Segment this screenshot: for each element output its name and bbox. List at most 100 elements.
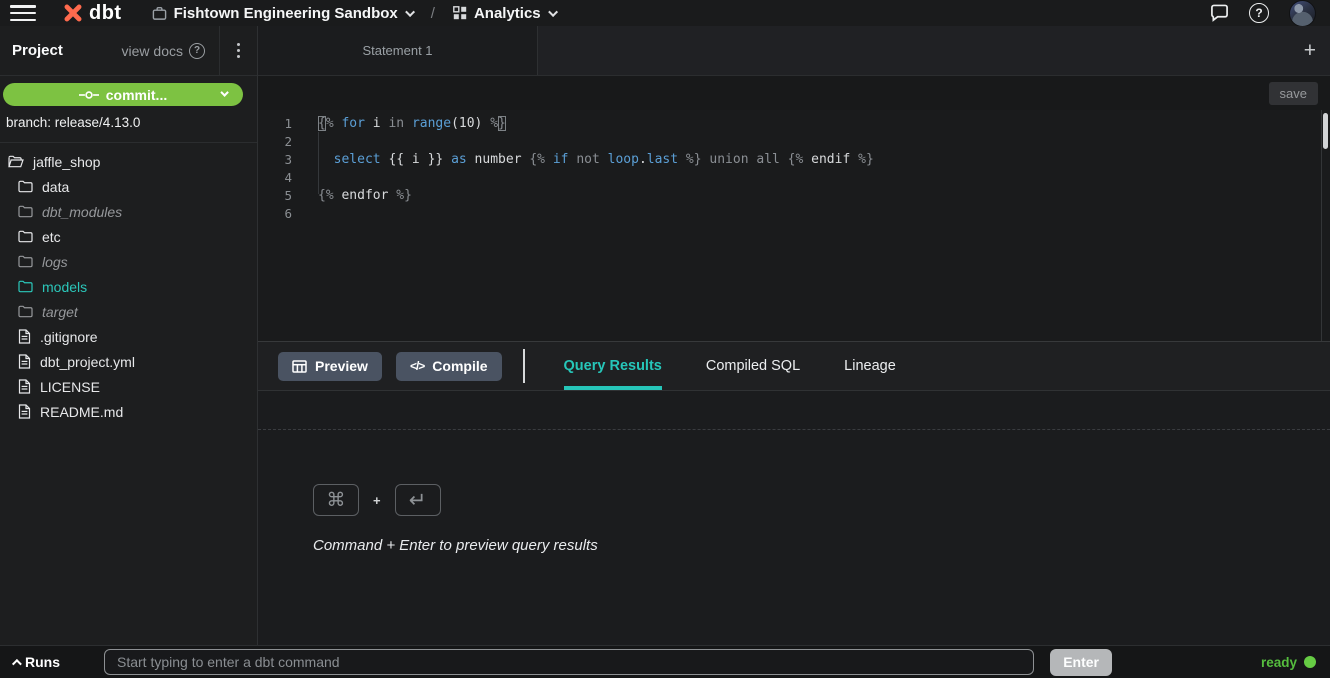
code-line-5: 5{% endfor %}	[258, 186, 1330, 204]
chevron-down-icon	[405, 7, 415, 17]
tree-item--gitignore[interactable]: .gitignore	[0, 324, 257, 349]
breadcrumb-separator: /	[431, 5, 435, 22]
results-tab-label: Compiled SQL	[706, 358, 800, 374]
runs-toggle[interactable]: Runs	[0, 654, 104, 670]
tab-statement-1[interactable]: Statement 1	[258, 26, 538, 75]
compile-button[interactable]: </> Compile	[396, 352, 502, 381]
chevron-down-icon	[220, 88, 228, 96]
status-label: ready	[1261, 655, 1297, 670]
tree-item-label: LICENSE	[40, 379, 100, 395]
toolbar-divider	[523, 349, 525, 383]
tab-label: Statement 1	[362, 43, 432, 58]
dbt-logo-icon	[62, 2, 84, 24]
tree-item-dbt-project-yml[interactable]: dbt_project.yml	[0, 349, 257, 374]
kebab-menu-icon[interactable]	[219, 26, 257, 75]
code-line-4: 4	[258, 168, 1330, 186]
docs-help-icon: ?	[189, 43, 205, 59]
folder-icon	[18, 205, 33, 218]
preview-button[interactable]: Preview	[278, 352, 382, 381]
hamburger-menu-icon[interactable]	[10, 4, 36, 22]
file-icon	[18, 379, 31, 394]
line-number: 2	[258, 134, 302, 149]
editor-tab-bar: Statement 1 +	[258, 26, 1330, 76]
file-icon	[18, 354, 31, 369]
dbt-command-input[interactable]	[104, 649, 1034, 675]
results-tab-query-results[interactable]: Query Results	[564, 342, 662, 390]
tree-item-etc[interactable]: etc	[0, 224, 257, 249]
sidebar-title: Project	[0, 42, 63, 59]
tree-item-license[interactable]: LICENSE	[0, 374, 257, 399]
help-icon[interactable]: ?	[1249, 3, 1269, 23]
tree-item-label: dbt_project.yml	[40, 354, 135, 370]
results-separator	[258, 429, 1330, 430]
line-number: 6	[258, 206, 302, 221]
view-docs-link[interactable]: view docs ?	[122, 43, 219, 59]
file-icon	[18, 404, 31, 419]
enter-button[interactable]: Enter	[1050, 649, 1112, 676]
results-tab-lineage[interactable]: Lineage	[844, 342, 896, 390]
new-tab-button[interactable]: +	[1304, 40, 1316, 61]
save-button[interactable]: save	[1269, 82, 1318, 105]
line-number: 3	[258, 152, 302, 167]
code-line-6: 6	[258, 204, 1330, 222]
keyboard-shortcut-hint: ⌘ + ↵	[313, 484, 441, 516]
sidebar-header: Project view docs ?	[0, 26, 257, 76]
results-tab-compiled-sql[interactable]: Compiled SQL	[706, 342, 800, 390]
status-dot	[1304, 656, 1316, 668]
shortcut-hint-text: Command + Enter to preview query results	[313, 537, 598, 554]
dbt-logo-text: dbt	[89, 3, 122, 23]
chat-icon[interactable]	[1210, 4, 1229, 22]
view-docs-label: view docs	[122, 43, 183, 59]
code-line-content: {% for i in range(10) %}	[302, 116, 506, 131]
results-toolbar: Preview </> Compile Query Results Compile…	[258, 342, 1330, 391]
chevron-up-icon	[12, 658, 22, 668]
git-commit-icon	[79, 90, 99, 100]
dbt-logo: dbt	[62, 2, 122, 24]
code-icon: </>	[410, 359, 424, 373]
project-name: Analytics	[474, 5, 541, 22]
plus-separator: +	[373, 493, 381, 508]
chevron-down-icon	[548, 7, 558, 17]
tree-item-models[interactable]: models	[0, 274, 257, 299]
tree-item-label: models	[42, 279, 87, 295]
tree-item-label: README.md	[40, 404, 123, 420]
user-avatar[interactable]	[1289, 0, 1316, 27]
tree-item-data[interactable]: data	[0, 174, 257, 199]
folder-icon	[18, 255, 33, 268]
tree-item-label: logs	[42, 254, 68, 270]
branch-name: branch: release/4.13.0	[0, 113, 257, 143]
line-number: 5	[258, 188, 302, 203]
tree-item-label: data	[42, 179, 69, 195]
tree-item-readme-md[interactable]: README.md	[0, 399, 257, 424]
line-number: 1	[258, 116, 302, 131]
project-sidebar: Project view docs ?	[0, 26, 258, 645]
command-bar: Runs Enter ready	[0, 645, 1330, 678]
tree-item-logs[interactable]: logs	[0, 249, 257, 274]
project-switcher[interactable]: Analytics	[453, 5, 558, 22]
file-icon	[18, 329, 31, 344]
grid-icon	[453, 6, 467, 20]
tree-item-jaffle-shop[interactable]: jaffle_shop	[0, 149, 257, 174]
commit-label: commit...	[106, 87, 167, 103]
code-line-3: 3 select {{ i }} as number {% if not loo…	[258, 150, 1330, 168]
commit-button[interactable]: commit...	[3, 83, 243, 106]
results-tab-label: Query Results	[564, 358, 662, 374]
top-navigation-bar: dbt Fishtown Engineering Sandbox /	[0, 0, 1330, 26]
results-panel: Preview </> Compile Query Results Compile…	[258, 341, 1330, 645]
tree-item-target[interactable]: target	[0, 299, 257, 324]
code-line-content: select {{ i }} as number {% if not loop.…	[302, 152, 874, 167]
briefcase-icon	[152, 6, 167, 21]
account-switcher[interactable]: Fishtown Engineering Sandbox	[152, 5, 415, 22]
tree-item-label: etc	[42, 229, 61, 245]
line-number: 4	[258, 170, 302, 185]
tree-item-label: jaffle_shop	[33, 154, 100, 170]
editor-scrollbar-thumb[interactable]	[1323, 113, 1328, 149]
command-key-icon: ⌘	[313, 484, 359, 516]
folder-icon	[18, 280, 33, 293]
folder-icon	[18, 230, 33, 243]
tree-item-dbt-modules[interactable]: dbt_modules	[0, 199, 257, 224]
code-editor[interactable]: 1{% for i in range(10) %}23 select {{ i …	[258, 110, 1330, 341]
enter-key-icon: ↵	[395, 484, 441, 516]
code-line-2: 2	[258, 132, 1330, 150]
folder-icon	[18, 180, 33, 193]
